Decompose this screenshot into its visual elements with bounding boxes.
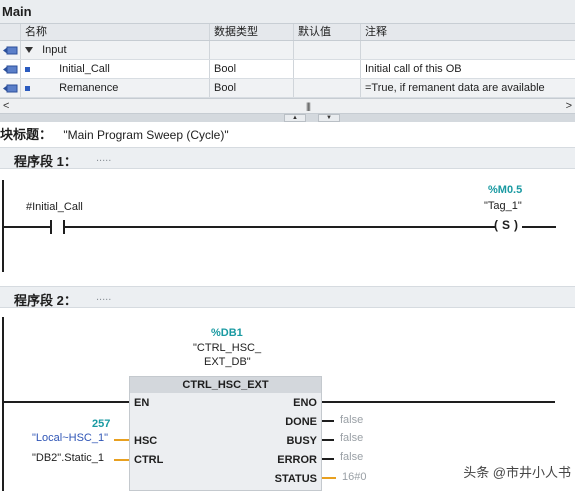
param-name: Initial_Call xyxy=(59,63,110,75)
network-2-label: 程序段 2： xyxy=(14,293,77,308)
network-1-ladder: #Initial_Call %M0.5 "Tag_1" (S) xyxy=(0,170,575,280)
coil-symbol: S xyxy=(502,218,511,232)
contact-operand[interactable]: #Initial_Call xyxy=(26,201,83,213)
network-1-label: 程序段 1： xyxy=(14,154,77,169)
pin-ctrl: CTRL xyxy=(134,454,164,466)
header-default-value[interactable]: 默认值 xyxy=(293,24,360,40)
param-type xyxy=(209,41,293,59)
network-2-comment[interactable]: ..... xyxy=(96,291,111,303)
pin-eno: ENO xyxy=(293,397,317,409)
network-1-header[interactable]: 程序段 1： ..... xyxy=(0,147,575,169)
splitter-expand-down-icon[interactable]: ▼ xyxy=(318,114,340,122)
expand-collapse-icon[interactable] xyxy=(25,47,33,54)
power-rail xyxy=(2,317,4,491)
block-interface-title-bar: Main xyxy=(0,0,575,24)
interface-param-icon xyxy=(3,46,18,55)
splitter-collapse-up-icon[interactable]: ▲ xyxy=(284,114,306,122)
instance-db-name-line2[interactable]: EXT_DB" xyxy=(204,356,251,368)
header-name[interactable]: 名称 xyxy=(20,24,209,40)
block-title-row: 块标题： "Main Program Sweep (Cycle)" xyxy=(0,124,229,143)
coil-set[interactable]: (S) xyxy=(494,218,518,232)
interface-header-row: 名称 数据类型 默认值 注释 xyxy=(0,24,575,41)
pin-status: STATUS xyxy=(274,473,317,485)
wire xyxy=(65,226,495,228)
ctrl-operand[interactable]: "DB2".Static_1 xyxy=(32,452,104,464)
instance-db-address: %DB1 xyxy=(211,327,243,339)
error-value: false xyxy=(340,451,364,463)
wire xyxy=(322,439,334,441)
header-comment[interactable]: 注释 xyxy=(360,24,575,40)
pin-done: DONE xyxy=(285,416,317,428)
param-type: Bool xyxy=(209,60,293,78)
interface-horizontal-scrollbar[interactable]: < ||| > xyxy=(0,98,575,114)
param-comment xyxy=(360,41,575,59)
interface-param-icon xyxy=(3,84,18,93)
param-default xyxy=(293,60,360,78)
hsc-operand[interactable]: "Local~HSC_1" xyxy=(32,432,108,444)
wire xyxy=(114,439,129,441)
wire xyxy=(322,477,336,479)
param-name: Remanence xyxy=(59,82,119,94)
header-icon-cell xyxy=(0,24,20,40)
block-name: CTRL_HSC_EXT xyxy=(130,377,321,393)
wire xyxy=(322,420,334,422)
scroll-left-arrow-icon[interactable]: < xyxy=(3,100,9,112)
interface-row-remanence[interactable]: Remanence Bool =True, if remanent data a… xyxy=(0,79,575,98)
block-title-label: 块标题： xyxy=(0,127,53,142)
network-2-header[interactable]: 程序段 2： ..... xyxy=(0,286,575,308)
interface-param-icon xyxy=(3,65,18,74)
wire xyxy=(4,401,129,403)
block-title-main: Main xyxy=(2,4,32,19)
done-value: false xyxy=(340,414,364,426)
interface-row-initial-call[interactable]: Initial_Call Bool Initial call of this O… xyxy=(0,60,575,79)
wire xyxy=(114,459,129,461)
bullet-icon xyxy=(25,85,30,91)
param-name: Input xyxy=(42,44,67,56)
param-default xyxy=(293,79,360,97)
wire xyxy=(4,226,50,228)
ctrl-hsc-ext-block[interactable]: CTRL_HSC_EXT EN HSC CTRL ENO DONE BUSY E… xyxy=(129,376,322,491)
bullet-icon xyxy=(25,66,30,72)
pin-error: ERROR xyxy=(277,454,317,466)
header-data-type[interactable]: 数据类型 xyxy=(209,24,293,40)
wire xyxy=(322,458,334,460)
coil-tag[interactable]: "Tag_1" xyxy=(484,200,522,212)
pin-hsc: HSC xyxy=(134,435,158,447)
param-comment: =True, if remanent data are available xyxy=(360,79,575,97)
param-type: Bool xyxy=(209,79,293,97)
busy-value: false xyxy=(340,432,364,444)
param-comment: Initial call of this OB xyxy=(360,60,575,78)
pane-splitter[interactable]: ▲ ▼ xyxy=(0,114,575,122)
coil-address: %M0.5 xyxy=(488,184,523,196)
status-value: 16#0 xyxy=(342,471,367,483)
param-default xyxy=(293,41,360,59)
interface-row-input[interactable]: Input xyxy=(0,41,575,60)
wire xyxy=(322,401,555,403)
contact-left-bar[interactable] xyxy=(50,220,52,234)
block-title-value[interactable]: "Main Program Sweep (Cycle)" xyxy=(63,128,228,142)
hsc-value: 257 xyxy=(92,418,111,430)
wire xyxy=(522,226,556,228)
scroll-grip-icon[interactable]: ||| xyxy=(306,101,311,111)
instance-db-name-line1[interactable]: "CTRL_HSC_ xyxy=(193,342,261,354)
block-interface-table: 名称 数据类型 默认值 注释 Input Initial_Call Bool I… xyxy=(0,24,575,98)
network-1-comment[interactable]: ..... xyxy=(96,152,111,164)
scroll-right-arrow-icon[interactable]: > xyxy=(566,100,572,112)
pin-en: EN xyxy=(134,397,150,409)
pin-busy: BUSY xyxy=(286,435,317,447)
watermark: 头条 @市井小人书 xyxy=(463,465,571,480)
